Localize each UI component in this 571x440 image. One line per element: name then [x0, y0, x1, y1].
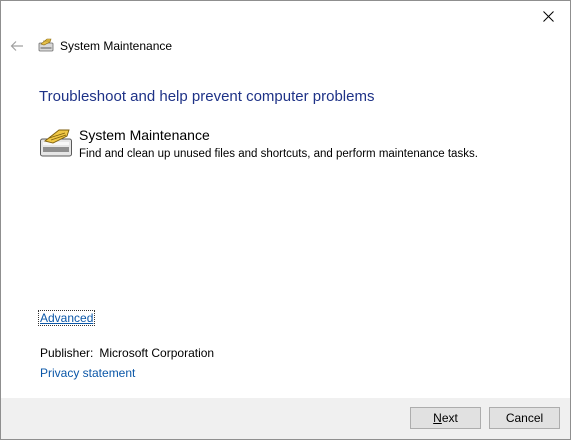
next-label-rest: ext [441, 411, 458, 425]
system-maintenance-icon [40, 129, 72, 157]
system-maintenance-icon [38, 38, 54, 52]
back-arrow-icon [10, 41, 23, 51]
title-bar: System Maintenance [1, 35, 570, 57]
footer-bar: Next Cancel [1, 398, 570, 439]
close-icon [542, 10, 554, 22]
cancel-button[interactable]: Cancel [489, 407, 560, 429]
item-description: Find and clean up unused files and short… [79, 148, 478, 160]
publisher-value: Microsoft Corporation [99, 346, 215, 360]
window-title: System Maintenance [60, 39, 173, 53]
back-button[interactable] [9, 38, 25, 54]
advanced-link[interactable]: Advanced [37, 310, 96, 326]
privacy-statement-link[interactable]: Privacy statement [40, 366, 135, 380]
next-mnemonic: N [433, 411, 442, 425]
troubleshooter-window: System Maintenance Troubleshoot and help… [0, 0, 571, 440]
close-button[interactable] [526, 1, 570, 31]
item-title: System Maintenance [79, 127, 210, 143]
page-heading: Troubleshoot and help prevent computer p… [39, 88, 375, 105]
publisher-label: Publisher: [40, 346, 94, 360]
publisher-line: Publisher: Microsoft Corporation [40, 346, 214, 360]
next-button[interactable]: Next [410, 407, 481, 429]
troubleshooter-item: System Maintenance Find and clean up unu… [39, 126, 550, 166]
